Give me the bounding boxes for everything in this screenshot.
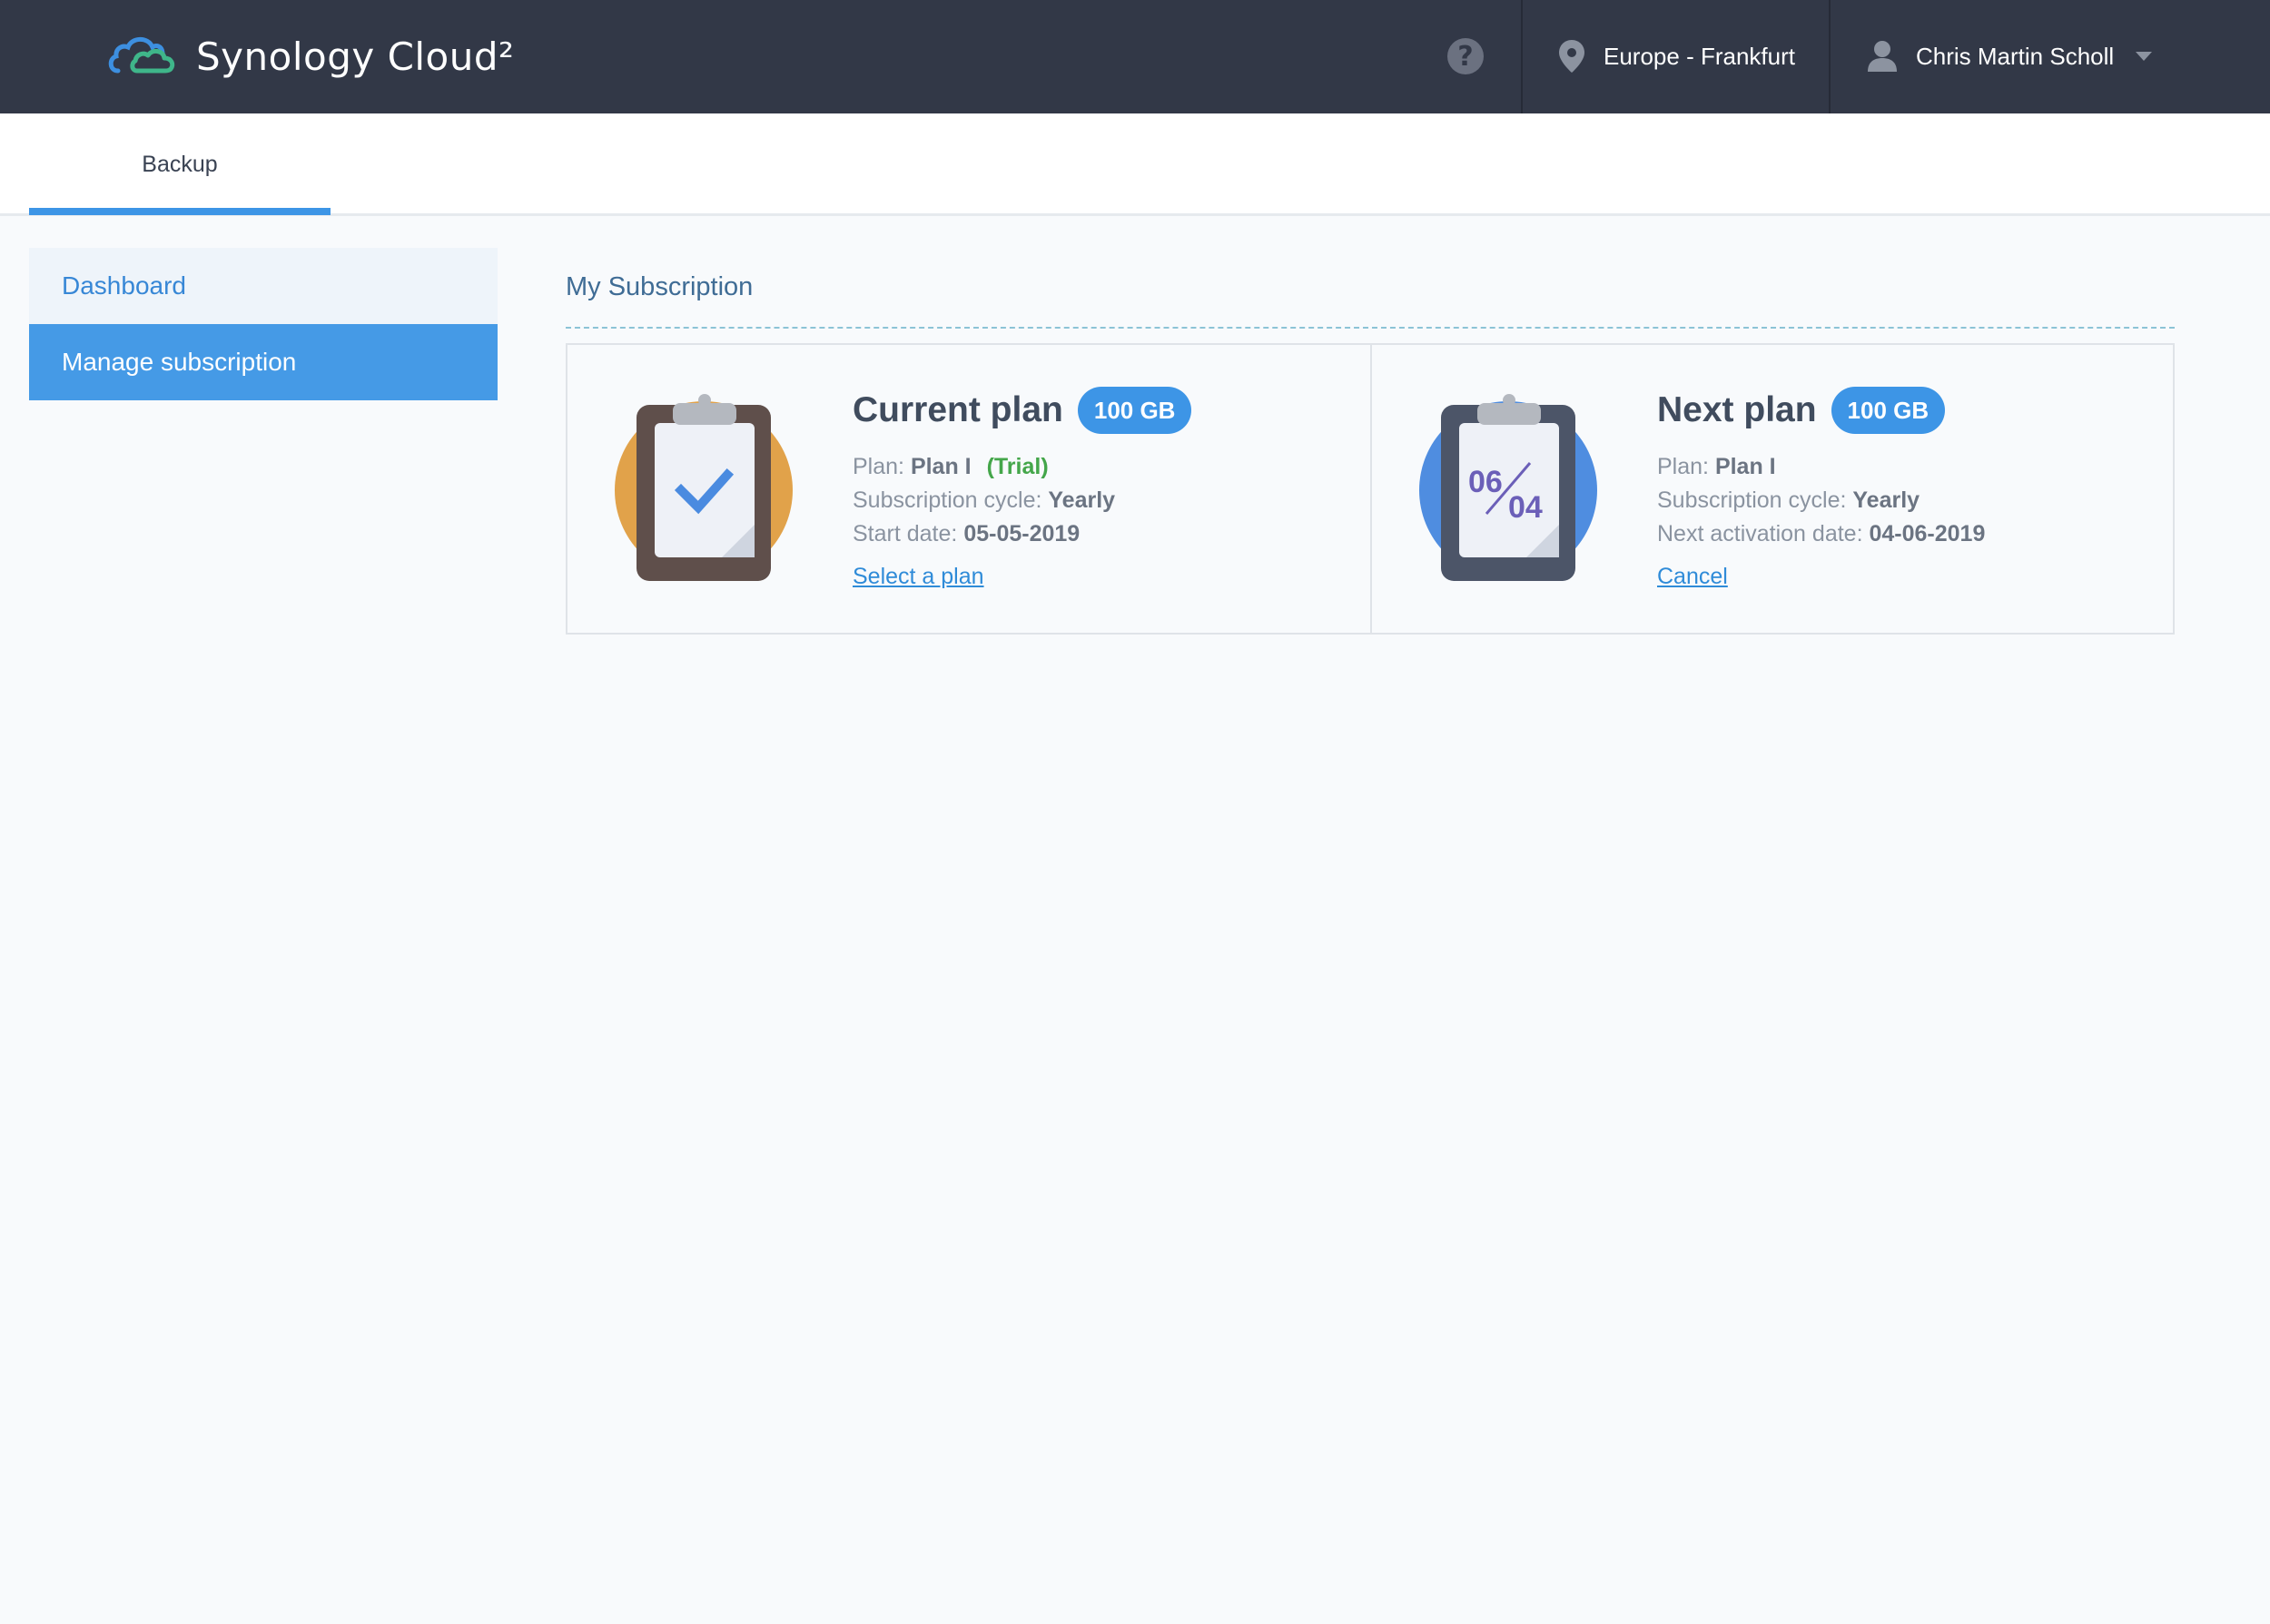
top-bar: Synology Cloud² ? Europe - Frankfurt Chr… bbox=[0, 0, 2270, 113]
clipboard-check-icon bbox=[615, 394, 793, 581]
tab-backup[interactable]: Backup bbox=[29, 113, 331, 216]
plan-value: Plan I bbox=[910, 454, 972, 479]
chevron-down-icon bbox=[2136, 52, 2153, 61]
user-name: Chris Martin Scholl bbox=[1916, 42, 2115, 70]
brand-name: Synology Cloud² bbox=[196, 34, 515, 79]
current-plan-cycle-row: Subscription cycle: Yearly bbox=[853, 484, 1191, 517]
activation-date-label: Next activation date: bbox=[1657, 521, 1863, 546]
next-plan-title: Next plan bbox=[1657, 390, 1817, 429]
next-plan-name-row: Plan: Plan I bbox=[1657, 450, 1985, 484]
current-plan-date-row: Start date: 05-05-2019 bbox=[853, 517, 1191, 551]
page-title: My Subscription bbox=[566, 272, 754, 301]
current-plan-title: Current plan bbox=[853, 390, 1063, 429]
region-label: Europe - Frankfurt bbox=[1604, 42, 1795, 70]
cycle-value: Yearly bbox=[1048, 487, 1116, 513]
activation-date-value: 04-06-2019 bbox=[1869, 521, 1986, 546]
sidebar: Dashboard Manage subscription bbox=[29, 248, 498, 400]
location-pin-icon bbox=[1559, 40, 1584, 73]
tab-bar: Backup bbox=[0, 113, 2270, 216]
brand[interactable]: Synology Cloud² bbox=[107, 27, 514, 85]
cycle-label: Subscription cycle: bbox=[853, 487, 1042, 513]
icon-date-bottom: 04 bbox=[1508, 490, 1543, 525]
current-plan-name-row: Plan: Plan I (Trial) bbox=[853, 450, 1191, 484]
start-date-label: Start date: bbox=[853, 521, 958, 546]
current-plan-size-badge: 100 GB bbox=[1077, 387, 1192, 434]
trial-status: (Trial) bbox=[986, 454, 1049, 479]
clipboard-date-icon: 06 04 bbox=[1419, 394, 1597, 581]
region-selector[interactable]: Europe - Frankfurt bbox=[1558, 34, 1795, 78]
select-plan-link[interactable]: Select a plan bbox=[853, 564, 984, 590]
title-divider bbox=[566, 327, 2175, 329]
plan-value: Plan I bbox=[1714, 454, 1776, 479]
help-icon[interactable]: ? bbox=[1447, 38, 1484, 74]
next-plan-cycle-row: Subscription cycle: Yearly bbox=[1657, 484, 1985, 517]
current-plan-card: Current plan 100 GB Plan: Plan I (Trial)… bbox=[568, 345, 1370, 633]
plans-panel: Current plan 100 GB Plan: Plan I (Trial)… bbox=[566, 343, 2175, 635]
cycle-label: Subscription cycle: bbox=[1657, 487, 1847, 513]
start-date-value: 05-05-2019 bbox=[963, 521, 1081, 546]
plan-label: Plan: bbox=[853, 454, 904, 479]
plan-label: Plan: bbox=[1657, 454, 1709, 479]
header-divider bbox=[1829, 0, 1831, 113]
sidebar-item-manage-subscription[interactable]: Manage subscription bbox=[29, 324, 498, 400]
user-avatar-icon bbox=[1868, 41, 1897, 72]
icon-date-top: 06 bbox=[1468, 465, 1503, 499]
next-plan-size-badge: 100 GB bbox=[1831, 387, 1946, 434]
header-divider bbox=[1521, 0, 1523, 113]
next-plan-date-row: Next activation date: 04-06-2019 bbox=[1657, 517, 1985, 551]
active-tab-indicator bbox=[29, 208, 331, 215]
cloud-logo-icon bbox=[108, 36, 175, 74]
cancel-link[interactable]: Cancel bbox=[1657, 564, 1728, 590]
cycle-value: Yearly bbox=[1852, 487, 1920, 513]
next-plan-card: 06 04 Next plan 100 GB Plan: Plan I Subs… bbox=[1370, 345, 2173, 633]
sidebar-item-dashboard[interactable]: Dashboard bbox=[29, 248, 498, 324]
user-menu[interactable]: Chris Martin Scholl bbox=[1867, 34, 2153, 78]
